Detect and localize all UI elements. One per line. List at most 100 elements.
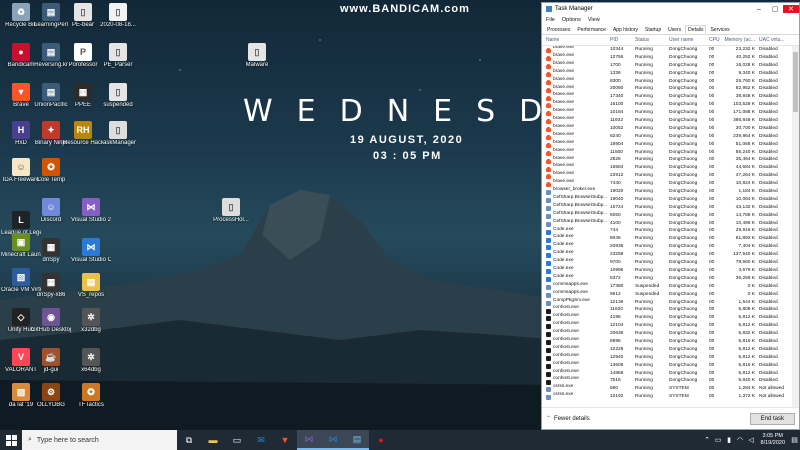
chevron-up-icon[interactable]: ⌃ xyxy=(702,436,713,444)
process-status: Running xyxy=(635,54,653,60)
maximize-button[interactable]: ▢ xyxy=(767,5,783,13)
mail-icon[interactable]: ✉ xyxy=(249,430,273,450)
tab-services[interactable]: Services xyxy=(707,25,732,34)
desktop-shortcut[interactable]: ▦ PPEE xyxy=(63,83,103,109)
process-uac: Disabled xyxy=(759,362,778,368)
process-cpu: 00 xyxy=(709,267,715,273)
desktop-shortcut[interactable]: ⋈Visual Studio 2019 xyxy=(71,198,111,224)
desktop-shortcut[interactable]: ✲ x32dbg xyxy=(71,308,111,334)
process-cpu: 00 xyxy=(709,86,715,92)
task-manager-taskbar-icon[interactable]: ▤ xyxy=(345,430,369,450)
desktop-shortcut[interactable]: ▦ dnSpy-x86 xyxy=(31,273,71,299)
desktop-shortcut[interactable]: ▯ PE-bear xyxy=(63,3,103,29)
brave-icon[interactable]: ▼ xyxy=(273,430,297,450)
process-status: Running xyxy=(635,370,653,376)
column-name[interactable]: Name xyxy=(544,37,610,43)
tab-performance[interactable]: Performance xyxy=(574,25,609,34)
desktop-shortcut[interactable]: ✪ Cole Temp xyxy=(31,158,71,184)
title-bar[interactable]: Task Manager – ▢ ✕ xyxy=(542,3,799,15)
menu-options[interactable]: Options xyxy=(562,17,581,23)
taskbar: ⌕ Type here to search ⧉ ▬ ▭ ✉ ▼ ⋈ ⋈ ▤ ● … xyxy=(0,430,800,450)
desktop-shortcut[interactable]: ▯ Malware xyxy=(237,43,277,69)
network-icon[interactable]: ▭ xyxy=(713,436,724,444)
folder-icon: ▤ xyxy=(42,3,60,21)
file-explorer-icon[interactable]: ▬ xyxy=(201,430,225,450)
process-uac: Disabled xyxy=(759,236,778,242)
visual-studio-icon[interactable]: ⋈ xyxy=(297,430,321,450)
task-view-icon[interactable]: ⧉ xyxy=(177,430,201,450)
process-memory: 5,812 K xyxy=(738,354,755,360)
menu-view[interactable]: View xyxy=(588,17,600,23)
process-pid: 19020 xyxy=(610,189,624,195)
desktop-shortcut[interactable]: P Porofessor xyxy=(63,43,103,69)
tab-users[interactable]: Users xyxy=(665,25,684,34)
process-pid: 16584 xyxy=(610,165,624,171)
process-user: DongChuong xyxy=(669,212,698,218)
process-user: DongChuong xyxy=(669,228,698,234)
tab-startup[interactable]: Startup xyxy=(642,25,664,34)
fewer-details-link[interactable]: Fewer details xyxy=(554,416,750,422)
bandicam-icon[interactable]: ● xyxy=(369,430,393,450)
process-name: brave.exe xyxy=(553,179,575,185)
tab-details[interactable]: Details xyxy=(685,25,707,34)
taskbar-clock[interactable]: 3:05 PM 8/19/2020 xyxy=(757,433,789,447)
desktop-shortcut[interactable]: ▯ ProcessHol... xyxy=(211,198,251,224)
process-uac: Disabled xyxy=(759,125,778,131)
vscode-icon[interactable]: ⋈ xyxy=(321,430,345,450)
tab-app-history[interactable]: App history xyxy=(610,25,641,34)
column-pid[interactable]: PID xyxy=(610,37,635,43)
process-memory: 1,372 K xyxy=(738,394,755,400)
process-uac: Disabled xyxy=(759,275,778,281)
process-cpu: 00 xyxy=(709,204,715,210)
close-button[interactable]: ✕ xyxy=(783,5,799,13)
chevron-up-icon[interactable]: ⌃ xyxy=(546,415,551,422)
process-uac: Disabled xyxy=(759,260,778,266)
desktop-shortcut[interactable]: ☕ jd-gui xyxy=(31,348,71,374)
start-button[interactable] xyxy=(0,430,22,450)
column-status[interactable]: Status xyxy=(635,37,669,43)
process-status: Running xyxy=(635,394,653,400)
process-pid: 744 xyxy=(610,228,619,234)
desktop-shortcut[interactable]: ⋈Visual Studio Code xyxy=(71,238,111,264)
volume-icon[interactable]: ◁ xyxy=(746,436,757,444)
column-memory[interactable]: Memory (ac... xyxy=(723,37,757,43)
process-name: brave.exe xyxy=(553,68,575,74)
notification-icon[interactable]: ▤ xyxy=(789,436,800,444)
desktop-shortcut[interactable]: ▯ PE_Parser xyxy=(98,43,138,69)
task-manager-icon xyxy=(546,6,552,12)
process-cpu: 00 xyxy=(709,307,715,313)
column-cpu[interactable]: CPU xyxy=(709,37,723,43)
vertical-scrollbar[interactable] xyxy=(792,46,799,407)
search-box[interactable]: ⌕ Type here to search xyxy=(22,430,177,450)
table-row[interactable]: csrss.exe 10192 Running SYSTEM 00 1,372 K Not … xyxy=(542,392,799,401)
desktop-shortcut[interactable]: ▯ 2020-08-18... xyxy=(98,3,138,29)
tab-processes[interactable]: Processes xyxy=(544,25,573,34)
desktop-shortcut[interactable]: ◉ GitHub Desktop xyxy=(31,308,71,334)
desktop-shortcut[interactable]: ▦ dnSpy xyxy=(31,238,71,264)
process-uac: Disabled xyxy=(759,331,778,337)
desktop-shortcut[interactable]: ▯ TaskManager xyxy=(98,121,138,147)
desktop-shortcut[interactable]: ✲ x64dbg xyxy=(71,348,111,374)
desktop-shortcut[interactable]: ✪ TFTactics xyxy=(71,383,111,409)
process-cpu: 00 xyxy=(709,62,715,68)
process-pid: 20636 xyxy=(610,331,624,337)
folder-icon: ▤ xyxy=(42,43,60,61)
minimize-button[interactable]: – xyxy=(751,6,767,13)
desktop-shortcut-label: PPEE xyxy=(74,102,91,108)
terminal-icon[interactable]: ▭ xyxy=(225,430,249,450)
menu-file[interactable]: File xyxy=(546,17,555,23)
desktop-shortcut[interactable]: RHResource Hacker xyxy=(63,121,103,147)
desktop-shortcut[interactable]: ▯ suspended xyxy=(98,83,138,109)
scrollbar-thumb[interactable] xyxy=(793,52,798,112)
column-uac[interactable]: UAC virtu... xyxy=(757,37,791,43)
desktop-shortcut[interactable]: ⚙ OLLYDBG xyxy=(31,383,71,409)
column-user-name[interactable]: User name xyxy=(669,37,709,43)
battery-icon[interactable]: ▮ xyxy=(724,436,735,444)
process-pid: 10996 xyxy=(610,267,624,273)
desktop-shortcut[interactable]: ☺ Discord xyxy=(31,198,71,224)
process-user: DongChuong xyxy=(669,299,698,305)
end-task-button[interactable]: End task xyxy=(749,412,795,425)
desktop-shortcut[interactable]: ▤ VS_repos xyxy=(71,273,111,299)
wifi-icon[interactable]: ◠ xyxy=(735,436,746,444)
process-pid: 7440 xyxy=(610,181,621,187)
